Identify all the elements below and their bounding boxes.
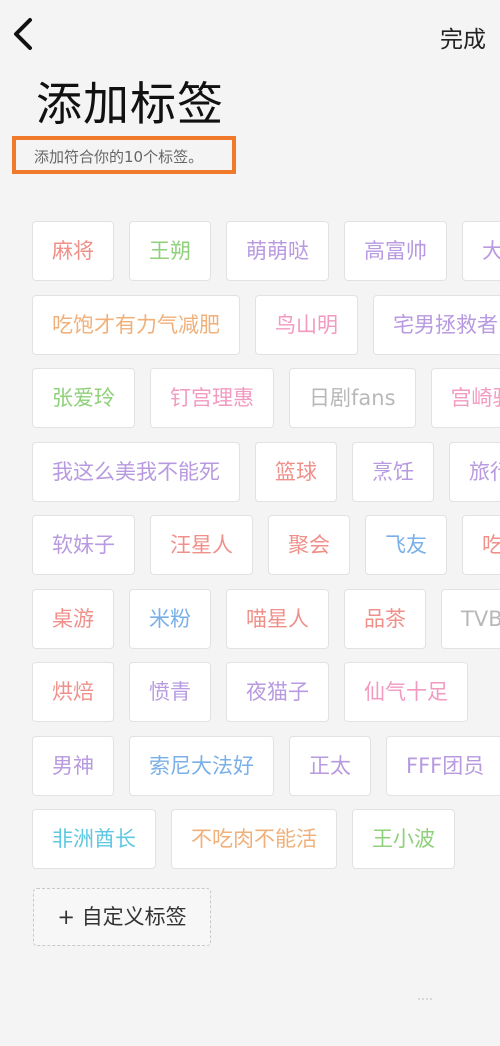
tag-list: 麻将王朔萌萌哒高富帅大长腿吃饱才有力气减肥鸟山明宅男拯救者张爱玲钉宫理惠日剧fa… <box>32 221 500 951</box>
tag-chip[interactable]: 张爱玲 <box>32 368 135 428</box>
handle-icon <box>418 998 432 1000</box>
tag-row: 男神 索尼大法好 正太 FFF团员 <box>32 735 500 796</box>
tag-row: 烘焙 愤青 夜猫子 仙气十足 <box>32 662 500 722</box>
tag-chip[interactable]: 正太 <box>289 735 371 796</box>
tag-chip[interactable]: 鸟山明 <box>255 294 358 355</box>
tag-row: 非洲酋长 不吃肉不能活 王小波 <box>32 809 500 869</box>
tag-row: 桌游 米粉 喵星人 品茶 TVB <box>32 588 500 649</box>
tag-chip[interactable]: 聚会 <box>268 515 350 575</box>
tag-chip[interactable]: 喵星人 <box>226 588 329 649</box>
tag-chip[interactable]: 烹饪 <box>352 441 434 502</box>
custom-tag-button[interactable]: + 自定义标签 <box>33 888 211 946</box>
tag-chip[interactable]: 日剧fans <box>289 368 416 428</box>
chevron-left-icon <box>14 18 32 50</box>
tag-chip[interactable]: 吃饱才有力气减肥 <box>32 294 240 355</box>
tag-chip[interactable]: 烘焙 <box>32 662 114 722</box>
tag-row: 我这么美我不能死篮球烹饪旅行 <box>32 441 500 502</box>
page-subtitle: 添加符合你的10个标签。 <box>34 148 204 166</box>
tag-chip[interactable]: 钉宫理惠 <box>150 368 274 428</box>
tag-row: 吃饱才有力气减肥 鸟山明 宅男拯救者 <box>32 294 500 355</box>
tag-chip[interactable]: 桌游 <box>32 588 114 649</box>
swipe-indicator <box>416 990 434 1000</box>
tag-chip[interactable]: 品茶 <box>344 588 426 649</box>
tag-chip[interactable]: 萌萌哒 <box>226 221 329 281</box>
tag-chip[interactable]: 宅男拯救者 <box>373 294 500 355</box>
tag-chip[interactable]: 不吃肉不能活 <box>171 809 337 869</box>
tag-chip[interactable]: 王小波 <box>352 809 455 869</box>
tag-chip[interactable]: 飞友 <box>365 515 447 575</box>
tag-row: 张爱玲钉宫理惠日剧fans宫崎骏 <box>32 368 500 428</box>
tag-chip[interactable]: 旅行 <box>449 441 500 502</box>
done-button[interactable]: 完成 <box>440 20 486 54</box>
page-title: 添加标签 <box>36 77 224 131</box>
tag-row: 麻将王朔萌萌哒高富帅大长腿 <box>32 221 500 281</box>
tag-chip[interactable]: 篮球 <box>255 441 337 502</box>
tag-chip[interactable]: 高富帅 <box>344 221 447 281</box>
tag-row: 软妹子汪星人聚会飞友吃货 <box>32 515 500 575</box>
tag-chip[interactable]: 王朔 <box>129 221 211 281</box>
tag-chip[interactable]: TVB <box>441 588 500 649</box>
tag-chip[interactable]: 麻将 <box>32 221 114 281</box>
tag-chip[interactable]: 夜猫子 <box>226 662 329 722</box>
back-button[interactable] <box>8 14 40 54</box>
tag-chip[interactable]: 我这么美我不能死 <box>32 441 240 502</box>
tag-chip[interactable]: 仙气十足 <box>344 662 468 722</box>
tag-chip[interactable]: 汪星人 <box>150 515 253 575</box>
tag-chip[interactable]: 宫崎骏 <box>430 368 500 428</box>
tag-chip[interactable]: 吃货 <box>462 515 500 575</box>
tag-chip[interactable]: FFF团员 <box>386 735 500 796</box>
tag-chip[interactable]: 索尼大法好 <box>129 735 274 796</box>
tag-chip[interactable]: 米粉 <box>129 588 211 649</box>
tag-chip[interactable]: 男神 <box>32 735 114 796</box>
tag-chip[interactable]: 软妹子 <box>32 515 135 575</box>
tag-chip[interactable]: 非洲酋长 <box>32 809 156 869</box>
tag-chip[interactable]: 大长腿 <box>462 221 500 281</box>
tag-chip[interactable]: 愤青 <box>129 662 211 722</box>
